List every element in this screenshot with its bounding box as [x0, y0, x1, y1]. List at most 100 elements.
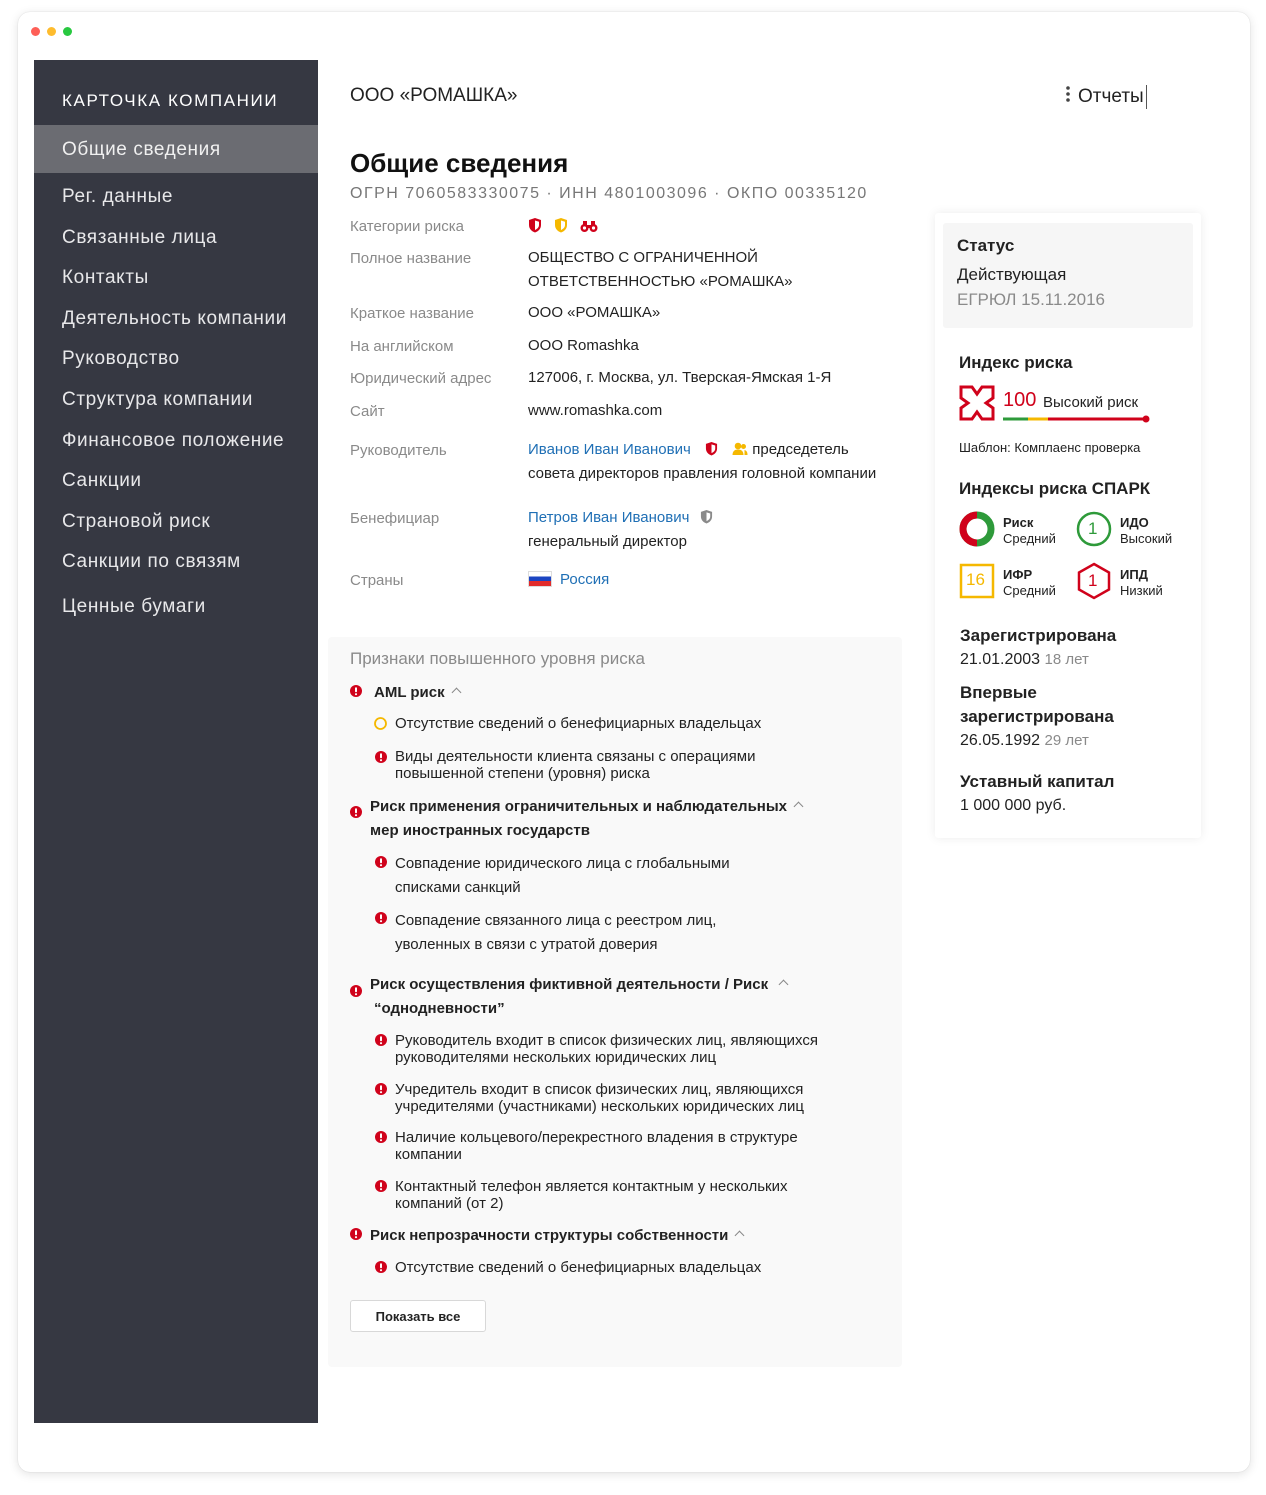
head-name-link[interactable]: Иванов Иван Иванович	[528, 441, 691, 458]
risk-donut-icon	[959, 511, 995, 547]
spark-ipd-name: ИПД	[1120, 567, 1148, 582]
site-link[interactable]: www.romashka.com	[528, 399, 908, 423]
country-link[interactable]: Россия	[560, 571, 609, 588]
countries-label: Страны	[350, 572, 404, 589]
risk-categories-label: Категории риска	[350, 218, 465, 235]
risk-item-line2: компаний (от 2)	[395, 1194, 504, 1212]
risk-item-line2: учредителями (участниками) нескольких юр…	[395, 1097, 804, 1115]
risk-group-ownership[interactable]: Риск непрозрачности структуры собственно…	[370, 1224, 745, 1248]
risk-group-fictitious-title: Риск осуществления фиктивной деятельност…	[370, 976, 769, 993]
yellow-shield-icon	[555, 218, 568, 233]
risk-item-line1: Виды деятельности клиента связаны с опер…	[395, 748, 756, 765]
status-value: Действующая	[957, 265, 1067, 284]
alert-icon	[375, 1261, 387, 1273]
risk-item: Отсутствие сведений о бенефициарных влад…	[395, 715, 762, 732]
sidebar-item-securities[interactable]: Ценные бумаги	[34, 583, 318, 624]
sidebar-item-general[interactable]: Общие сведения	[34, 125, 318, 173]
minimize-dot[interactable]	[47, 27, 56, 36]
alert-icon	[350, 1228, 362, 1240]
head-label: Руководитель	[350, 442, 447, 459]
risk-group-fictitious-title2: “однодневности”	[374, 1000, 505, 1017]
spark-risk-name: Риск	[1003, 515, 1034, 530]
binoculars-icon	[580, 221, 598, 232]
english-name-label: На английском	[350, 338, 454, 355]
registered-date: 21.01.2003	[960, 651, 1041, 668]
beneficiary-name-link[interactable]: Петров Иван Иванович	[528, 509, 689, 526]
registered-value: 21.01.2003 18 лет	[960, 651, 1089, 669]
spark-risk: Риск Средний	[1003, 515, 1056, 547]
users-icon	[732, 442, 748, 455]
alert-icon	[375, 912, 387, 924]
close-dot[interactable]	[31, 27, 40, 36]
sidebar-item-related-persons[interactable]: Связанные лица	[34, 214, 318, 255]
sidebar-title: КАРТОЧКА КОМПАНИИ	[62, 91, 279, 110]
sidebar-item-linked-sanctions[interactable]: Санкции по связям	[34, 538, 318, 579]
risk-item: Совпадение юридического лица с глобальны…	[395, 852, 730, 900]
spark-ifr-level: Средний	[1003, 583, 1056, 598]
risk-group-sanctions[interactable]: Риск применения ограничительных и наблюд…	[370, 795, 804, 843]
sidebar-item-contacts[interactable]: Контакты	[34, 254, 318, 295]
status-source: ЕГРЮЛ 15.11.2016	[957, 290, 1105, 309]
first-registered-age: 29 лет	[1044, 732, 1089, 749]
alert-icon	[375, 856, 387, 868]
short-name-label: Краткое название	[350, 305, 475, 322]
status-label: Статус	[957, 236, 1015, 255]
alert-icon	[350, 985, 362, 997]
risk-group-aml-title: AML риск	[374, 684, 445, 701]
risk-item-line2: повышенной степени (уровня) риска	[395, 764, 650, 782]
sidebar-item-finance[interactable]: Финансовое положение	[34, 417, 318, 458]
spark-ido-value: 1	[1088, 519, 1098, 538]
sidebar-item-country-risk[interactable]: Страновой риск	[34, 498, 318, 539]
capital-value: 1 000 000 руб.	[960, 797, 1067, 814]
sidebar-item-activity[interactable]: Деятельность компании	[34, 295, 318, 336]
alert-icon	[350, 806, 362, 818]
chevron-up-icon	[734, 1230, 745, 1241]
spark-ipd: ИПД Низкий	[1120, 567, 1163, 599]
warning-circle-icon	[374, 717, 387, 730]
maximize-dot[interactable]	[63, 27, 72, 36]
status-card: Статус Действующая ЕГРЮЛ 15.11.2016 Инде…	[935, 213, 1201, 838]
risk-item: Руководитель входит в список физических …	[395, 1032, 818, 1066]
reports-button[interactable]: Отчеты	[1066, 85, 1147, 109]
risk-group-ownership-title: Риск непрозрачности структуры собственно…	[370, 1227, 729, 1244]
countries-value: Россия	[528, 568, 908, 592]
red-shield-icon	[529, 218, 541, 233]
spark-risk-level: Средний	[1003, 531, 1056, 546]
show-all-button[interactable]: Показать все	[350, 1300, 486, 1332]
first-registered-label2: зарегистрирована	[960, 707, 1114, 726]
risk-group-fictitious[interactable]: Риск осуществления фиктивной деятельност…	[370, 973, 789, 1021]
risk-template: Шаблон: Комплаенс проверка	[959, 440, 1141, 455]
risk-item-line2: списками санкций	[395, 879, 521, 896]
sidebar-item-sanctions[interactable]: Санкции	[34, 457, 318, 498]
address-value: 127006, г. Москва, ул. Тверская-Ямская 1…	[528, 369, 832, 386]
risk-group-sanctions-title: Риск применения ограничительных и наблюд…	[370, 798, 788, 815]
risk-categories-icons	[528, 215, 908, 239]
alert-icon	[375, 751, 387, 763]
alert-icon	[375, 1180, 387, 1192]
more-vertical-icon	[1066, 85, 1070, 109]
registered-label: Зарегистрирована	[960, 626, 1117, 645]
head-role-line2: совета директоров правления головной ком…	[528, 465, 877, 482]
head-role-line1: председетель	[752, 441, 849, 458]
full-name-line1: ОБЩЕСТВО С ОГРАНИЧЕННОЙ	[528, 249, 758, 266]
risk-item: Совпадение связанного лица с реестром ли…	[395, 909, 716, 957]
beneficiary-value: Петров Иван Иванович генеральный директо…	[528, 506, 908, 554]
spark-ifr: ИФР Средний	[1003, 567, 1056, 599]
company-name: ООО «РОМАШКА»	[350, 85, 518, 106]
first-registered-date: 26.05.1992	[960, 732, 1041, 749]
risk-index-text: Высокий риск	[1043, 394, 1139, 411]
risk-group-aml[interactable]: AML риск	[374, 681, 462, 705]
site-label: Сайт	[350, 403, 385, 420]
alert-icon	[375, 1083, 387, 1095]
risk-item-line1: Наличие кольцевого/перекрестного владени…	[395, 1129, 798, 1146]
sidebar-item-structure[interactable]: Структура компании	[34, 376, 318, 417]
sidebar-item-management[interactable]: Руководство	[34, 335, 318, 376]
sidebar-item-reg-data[interactable]: Рег. данные	[34, 173, 318, 214]
chevron-up-icon	[793, 801, 804, 812]
short-name-value: ООО «РОМАШКА»	[528, 304, 661, 321]
chevron-up-icon	[451, 687, 462, 698]
risk-group-sanctions-title2: мер иностранных государств	[370, 822, 590, 839]
full-name-value: ОБЩЕСТВО С ОГРАНИЧЕННОЙ ОТВЕТСТВЕННОСТЬЮ…	[528, 246, 908, 294]
browser-window: КАРТОЧКА КОМПАНИИ Общие сведения Рег. да…	[18, 12, 1250, 1472]
sidebar: КАРТОЧКА КОМПАНИИ Общие сведения Рег. да…	[34, 60, 318, 1423]
